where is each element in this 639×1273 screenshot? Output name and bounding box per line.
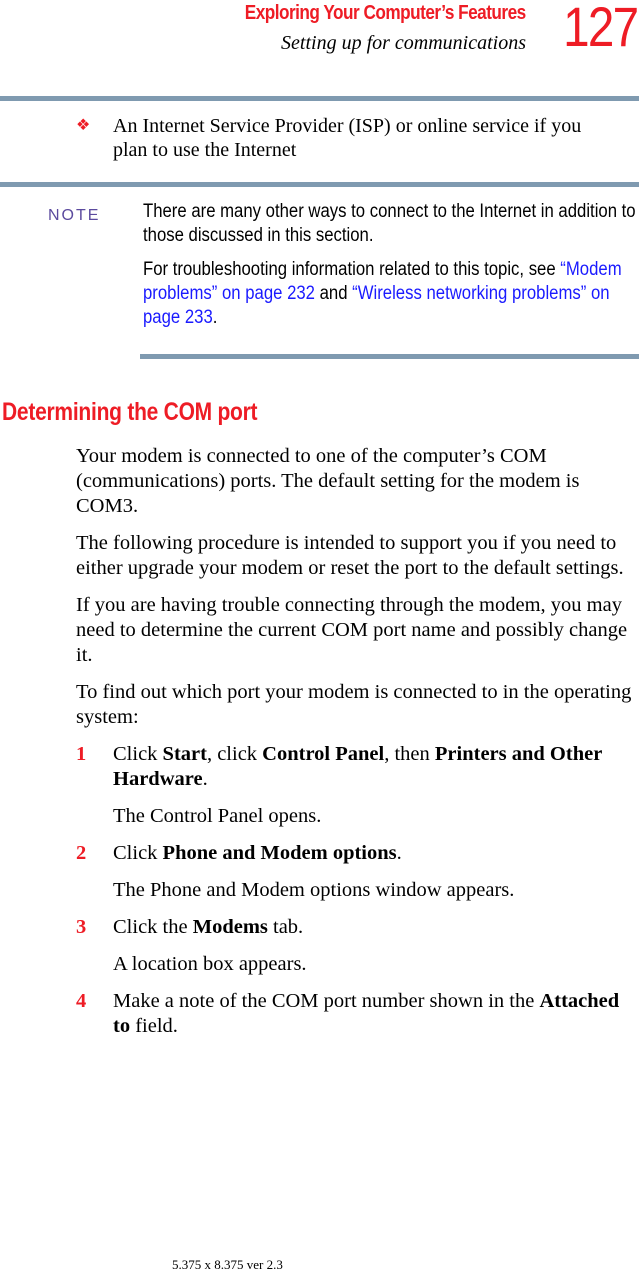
ui-term: Control Panel — [262, 743, 385, 765]
body-paragraph: If you are having trouble connecting thr… — [76, 594, 628, 666]
step-text: Make a note of the COM port number shown… — [113, 990, 540, 1012]
ui-term: Modems — [192, 916, 268, 938]
step-number: 2 — [76, 842, 87, 864]
note-paragraph: For troubleshooting information related … — [143, 258, 636, 330]
step-text: . — [396, 842, 402, 864]
step-text: field. — [130, 1015, 178, 1037]
step-item: 4 Make a note of the COM port number show… — [76, 989, 636, 1039]
step-number: 3 — [76, 916, 87, 938]
ui-term: Phone and Modem options — [162, 842, 397, 864]
step-text: Click the — [113, 916, 193, 938]
note-text: and — [314, 283, 353, 304]
step-result: A location box appears. — [113, 953, 307, 975]
step-text: , click — [206, 743, 263, 765]
bullet-text: An Internet Service Provider (ISP) or on… — [113, 115, 582, 161]
step-text: , then — [384, 743, 435, 765]
note-text: For troubleshooting information related … — [143, 259, 561, 280]
note-label: NOTE — [48, 207, 101, 224]
divider-bar-note-top — [0, 182, 639, 187]
chapter-title: Exploring Your Computer’s Features — [245, 2, 526, 24]
note-body: There are many other ways to connect to … — [143, 200, 636, 340]
bullet-item: ❖ An Internet Service Provider (ISP) or … — [76, 114, 616, 162]
step-text: tab. — [267, 916, 304, 938]
ui-term: Start — [162, 743, 207, 765]
body-paragraph: To find out which port your modem is con… — [76, 681, 632, 728]
step-result: The Phone and Modem options window appea… — [113, 879, 515, 901]
step-text: Click — [113, 743, 163, 765]
body-paragraph: Your modem is connected to one of the co… — [76, 445, 580, 517]
diamond-bullet-icon: ❖ — [76, 117, 91, 134]
step-text: Click — [113, 842, 163, 864]
step-result: The Control Panel opens. — [113, 805, 322, 827]
divider-bar-top — [0, 96, 639, 101]
section-subtitle: Setting up for communications — [281, 32, 526, 54]
page-number: 127 — [562, 0, 639, 58]
divider-bar-note-bottom — [140, 354, 639, 359]
step-item: 3 Click the Modems tab. — [76, 915, 636, 940]
step-number: 1 — [76, 743, 87, 765]
step-text: . — [202, 768, 208, 790]
body-paragraph: The following procedure is intended to s… — [76, 532, 624, 579]
step-item: 2 Click Phone and Modem options. — [76, 841, 636, 866]
step-item: 1 Click Start, click Control Panel, then … — [76, 742, 636, 792]
step-number: 4 — [76, 990, 87, 1012]
note-text: . — [212, 307, 218, 328]
note-paragraph: There are many other ways to connect to … — [143, 201, 636, 246]
section-heading: Determining the COM port — [2, 398, 258, 426]
section-body: Your modem is connected to one of the co… — [76, 444, 636, 1051]
